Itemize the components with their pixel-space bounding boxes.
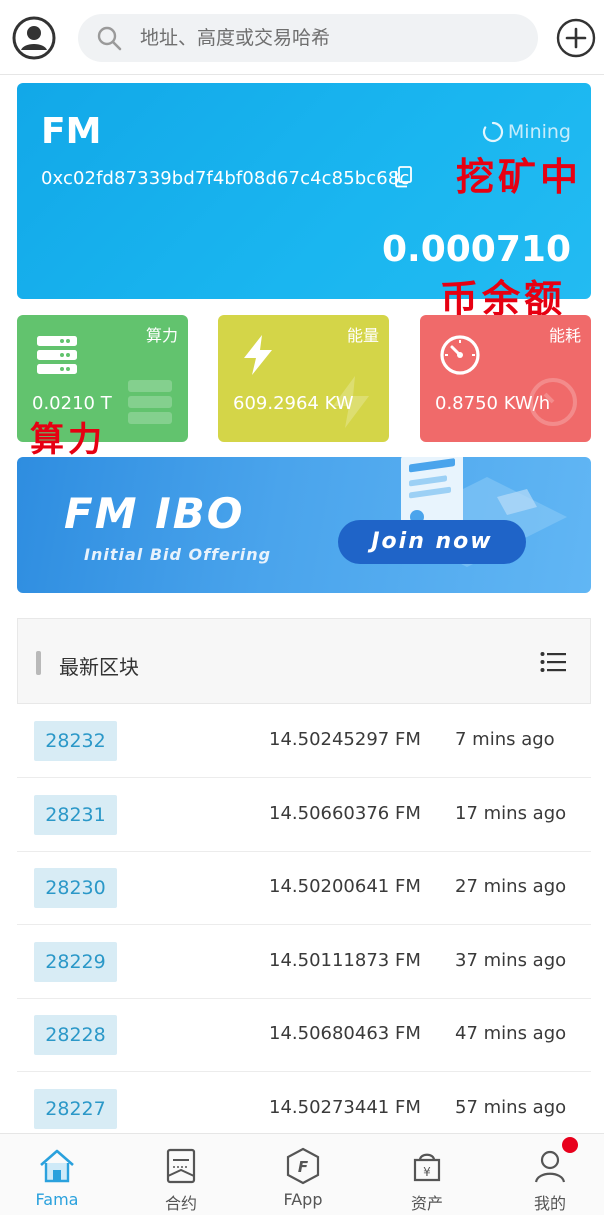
wallet-address: 0xc02fd87339bd7f4bf08d67c4c85bc68c (41, 168, 410, 189)
contract-icon (166, 1148, 196, 1184)
nav-label: Fama (35, 1190, 79, 1209)
stat-title: 算力 (145, 326, 178, 345)
ibo-banner[interactable]: FM IBO Initial Bid Offering Join now (17, 457, 591, 593)
nav-label: 资产 (410, 1194, 443, 1213)
stat-title: 能耗 (548, 326, 581, 345)
profile-icon (534, 1150, 566, 1183)
nav-tab-fama[interactable]: Fama (0, 1134, 117, 1215)
fapp-icon: F (286, 1147, 320, 1185)
block-height-link[interactable]: 28227 (34, 1089, 117, 1129)
annotation-hashrate: 算力 (30, 420, 106, 460)
stat-card-energy[interactable]: 能量 609.2964 KW (218, 315, 389, 442)
table-row[interactable]: 28232 14.50245297 FM 7 mins ago (17, 704, 591, 778)
block-height-link[interactable]: 28232 (34, 721, 117, 761)
block-reward: 14.50111873 FM (269, 950, 421, 971)
section-marker (36, 651, 41, 675)
gauge-icon (440, 335, 480, 375)
user-avatar-icon[interactable] (12, 16, 56, 60)
block-time: 47 mins ago (455, 1023, 567, 1044)
server-icon (37, 336, 77, 374)
table-row[interactable]: 28228 14.50680463 FM 47 mins ago (17, 998, 591, 1072)
wallet-icon: ¥ (413, 1153, 441, 1182)
block-time: 57 mins ago (455, 1097, 567, 1118)
notification-dot (562, 1137, 578, 1153)
balance-value: 0.000710 (381, 229, 571, 270)
add-icon[interactable] (556, 18, 596, 58)
nav-tab-assets[interactable]: ¥ 资产 (367, 1134, 487, 1215)
app-screen: 地址、高度或交易哈希 FM 0xc02fd87339bd7f4bf08d67c4… (0, 0, 604, 1215)
svg-text:¥: ¥ (423, 1165, 431, 1179)
table-row[interactable]: 28230 14.50200641 FM 27 mins ago (17, 851, 591, 925)
top-bar: 地址、高度或交易哈希 (0, 0, 604, 75)
server-icon-watermark (128, 380, 172, 424)
nav-label: 我的 (533, 1194, 566, 1213)
block-reward: 14.50245297 FM (269, 729, 421, 750)
banner-title: FM IBO (64, 489, 245, 538)
search-placeholder: 地址、高度或交易哈希 (140, 27, 331, 49)
block-height-link[interactable]: 28229 (34, 942, 117, 982)
nav-label: 合约 (164, 1194, 197, 1213)
copy-icon[interactable] (393, 166, 413, 188)
block-height-link[interactable]: 28228 (34, 1015, 117, 1055)
latest-blocks-title: 最新区块 (59, 655, 139, 679)
stat-value: 0.8750 KW/h (435, 393, 551, 414)
block-reward: 14.50200641 FM (269, 876, 421, 897)
stat-card-consumption[interactable]: 能耗 0.8750 KW/h (420, 315, 591, 442)
home-icon (40, 1149, 74, 1183)
block-reward: 14.50680463 FM (269, 1023, 421, 1044)
stat-value: 0.0210 T (32, 393, 112, 414)
block-time: 27 mins ago (455, 876, 567, 897)
table-row[interactable]: 28231 14.50660376 FM 17 mins ago (17, 778, 591, 852)
search-icon (97, 26, 122, 51)
svg-text:F: F (298, 1158, 309, 1176)
stat-title: 能量 (346, 326, 379, 345)
table-row[interactable]: 28229 14.50111873 FM 37 mins ago (17, 925, 591, 999)
block-time: 17 mins ago (455, 803, 567, 824)
block-height-link[interactable]: 28230 (34, 868, 117, 908)
nav-label: FApp (283, 1190, 323, 1209)
nav-tab-contract[interactable]: 合约 (121, 1134, 241, 1215)
spinner-icon (482, 121, 503, 143)
list-menu-icon[interactable] (540, 651, 566, 673)
block-reward: 14.50660376 FM (269, 803, 421, 824)
coin-symbol: FM (41, 111, 102, 152)
banner-subtitle: Initial Bid Offering (84, 545, 272, 564)
block-height-link[interactable]: 28231 (34, 795, 117, 835)
search-bar[interactable]: 地址、高度或交易哈希 (78, 14, 538, 62)
nav-tab-mine[interactable]: 我的 (490, 1134, 604, 1215)
block-time: 7 mins ago (455, 729, 555, 750)
block-reward: 14.50273441 FM (269, 1097, 421, 1118)
block-time: 37 mins ago (455, 950, 567, 971)
mining-status-label: Mining (507, 121, 571, 143)
latest-blocks-header: 最新区块 (17, 618, 591, 704)
join-now-button[interactable]: Join now (338, 520, 526, 564)
lightning-icon (244, 335, 272, 375)
mining-status: Mining (482, 121, 571, 143)
annotation-mining: 挖矿中 (456, 155, 583, 199)
bottom-nav: Fama 合约 F FApp ¥ 资产 我的 (0, 1133, 604, 1215)
stat-value: 609.2964 KW (233, 393, 354, 414)
nav-tab-fapp[interactable]: F FApp (243, 1134, 363, 1215)
